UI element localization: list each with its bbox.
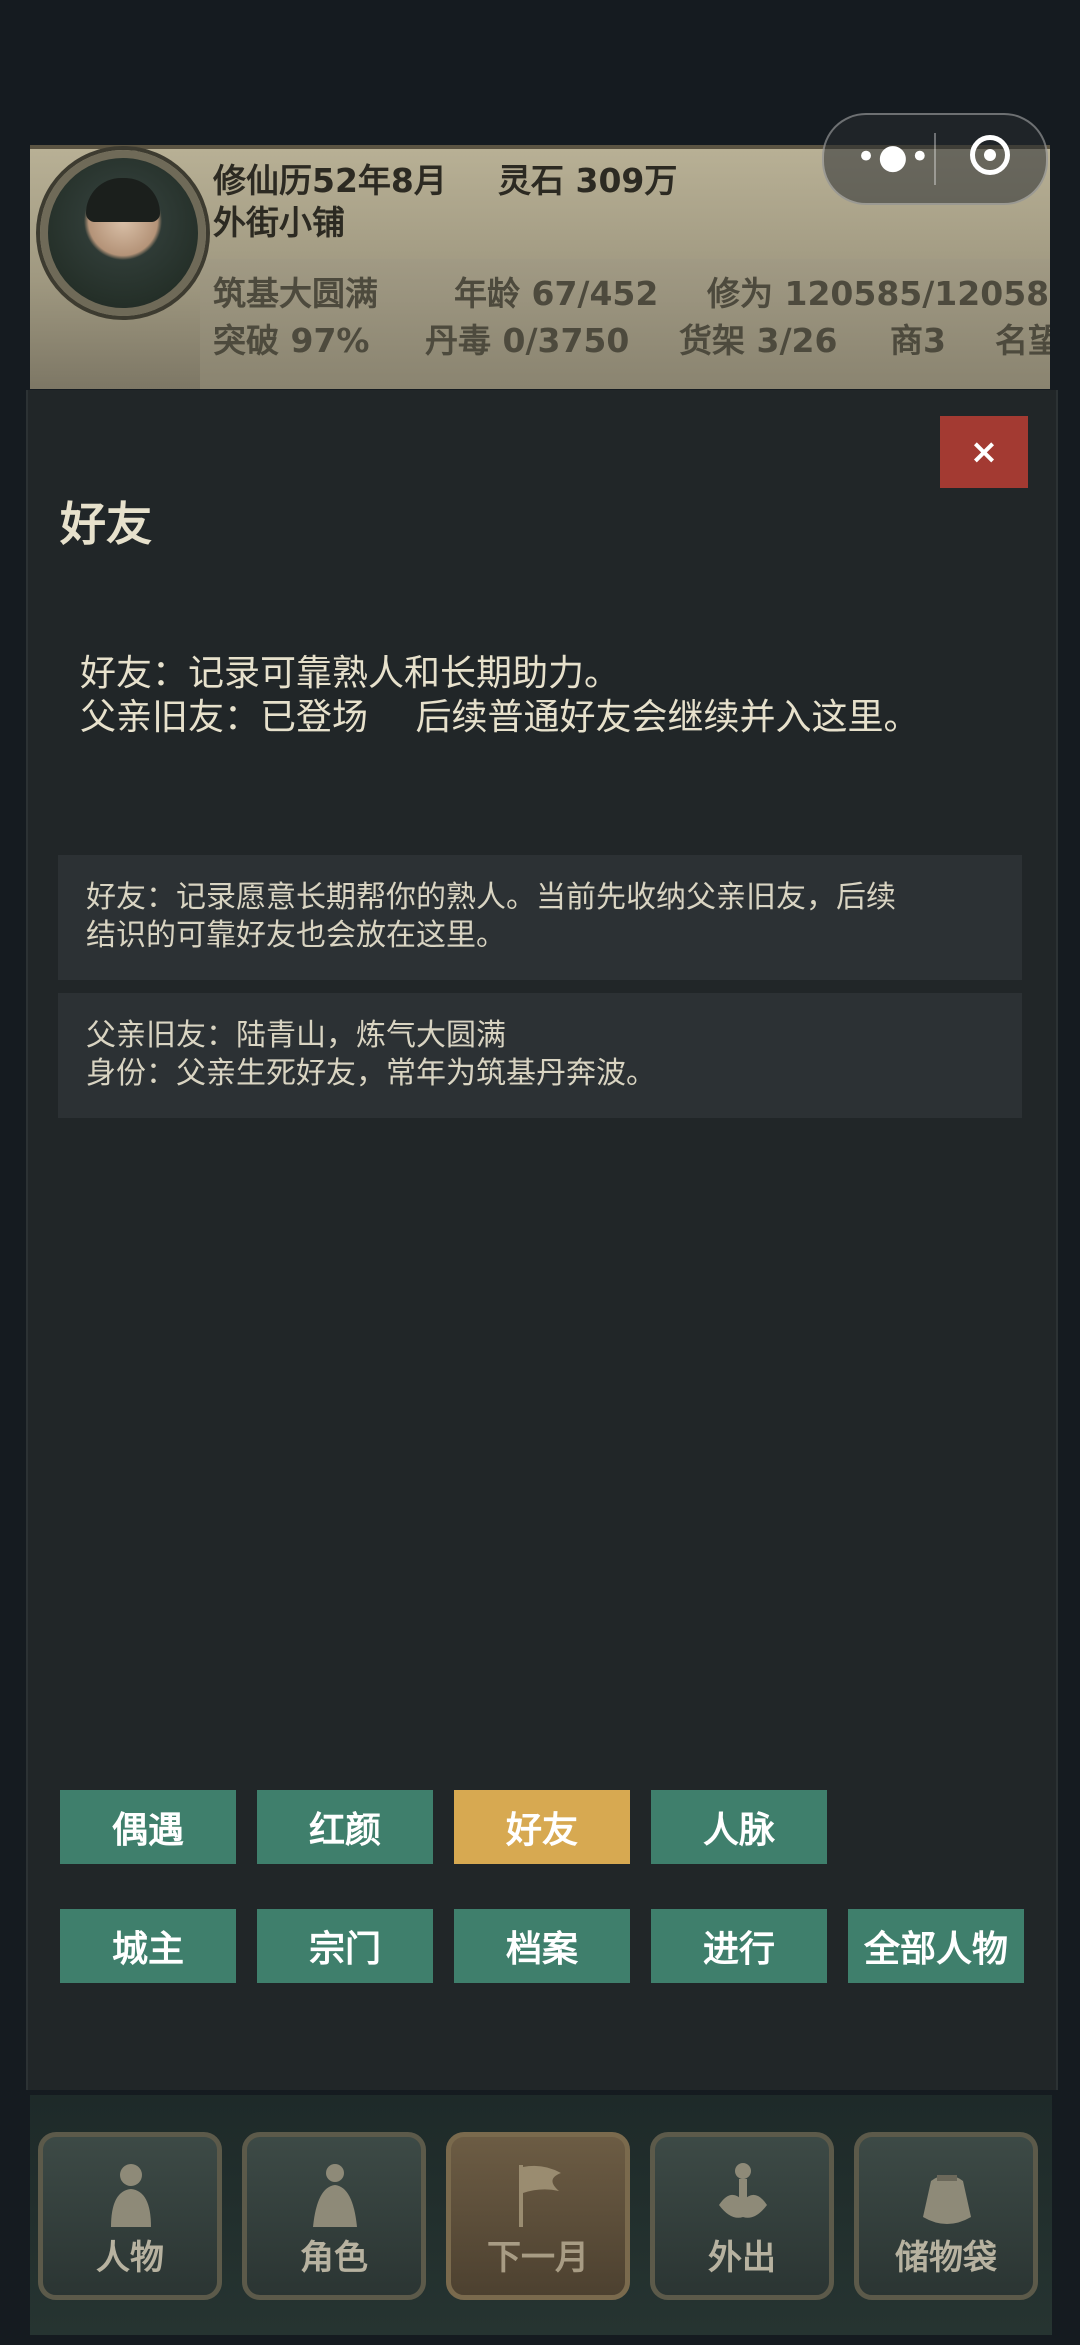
tab-beauty[interactable]: 红颜	[257, 1790, 433, 1864]
father-friend-card[interactable]: 父亲旧友：陆青山，炼气大圆满 身份：父亲生死好友，常年为筑基丹奔波。	[58, 993, 1022, 1118]
tab-archive[interactable]: 档案	[454, 1909, 630, 1983]
pill-toxicity-stat: 丹毒 0/3750	[425, 321, 630, 360]
tab-city-lord[interactable]: 城主	[60, 1909, 236, 1983]
gourd-figure-icon	[313, 2164, 357, 2227]
nav-label-storage-bag: 储物袋	[895, 2238, 997, 2278]
card1-line-2: 结识的可靠好友也会放在这里。	[86, 918, 506, 953]
nav-label-characters: 人物	[96, 2238, 164, 2278]
flag-icon	[519, 2165, 561, 2227]
more-dots-icon[interactable]: •●•	[856, 137, 932, 177]
nav-go-out[interactable]: 外出	[650, 2132, 834, 2300]
tab-encounter[interactable]: 偶遇	[60, 1790, 236, 1864]
close-button[interactable]: ×	[940, 416, 1028, 488]
summary-line-2: 父亲旧友：已登场 后续普通好友会继续并入这里。	[80, 697, 920, 738]
capsule-divider	[934, 133, 936, 185]
tab-friends[interactable]: 好友	[454, 1790, 630, 1864]
nav-label-go-out: 外出	[708, 2238, 776, 2278]
nav-role[interactable]: 角色	[242, 2132, 426, 2300]
reputation-stat: 名望	[995, 321, 1050, 360]
breakthrough-stat: 突破 97%	[213, 321, 370, 360]
modal-title: 好友	[60, 497, 152, 551]
spirit-stones: 灵石 309万	[498, 161, 678, 200]
nav-storage-bag[interactable]: 储物袋	[854, 2132, 1038, 2300]
calendar-date: 修仙历52年8月	[213, 161, 447, 200]
card2-line-1: 父亲旧友：陆青山，炼气大圆满	[86, 1018, 506, 1053]
merchant-level: 商3	[890, 321, 946, 360]
bag-icon	[923, 2175, 971, 2224]
tab-sect[interactable]: 宗门	[257, 1909, 433, 1983]
realm-stat: 筑基大圆满	[213, 274, 378, 313]
shelf-stat: 货架 3/26	[679, 321, 838, 360]
category-tabs-row-2: 城主 宗门 档案 进行 全部人物	[60, 1909, 1024, 1983]
target-icon[interactable]	[970, 135, 1010, 175]
nav-next-month[interactable]: 下一月	[446, 2132, 630, 2300]
age-stat: 年龄 67/452	[454, 274, 659, 313]
category-tabs-row-1: 偶遇 红颜 好友 人脉	[60, 1790, 827, 1864]
avatar[interactable]	[40, 150, 206, 316]
nav-label-role: 角色	[300, 2238, 368, 2278]
nav-characters[interactable]: 人物	[38, 2132, 222, 2300]
miniprogram-capsule: •●•	[822, 113, 1048, 205]
tab-connections[interactable]: 人脉	[651, 1790, 827, 1864]
nav-label-next-month: 下一月	[487, 2238, 589, 2278]
friends-info-card: 好友：记录愿意长期帮你的熟人。当前先收纳父亲旧友，后续 结识的可靠好友也会放在这…	[58, 855, 1022, 980]
lotus-figure-icon	[719, 2163, 767, 2218]
tab-in-progress[interactable]: 进行	[651, 1909, 827, 1983]
summary-text: 好友：记录可靠熟人和长期助力。 父亲旧友：已登场 后续普通好友会继续并入这里。	[80, 652, 919, 740]
cultivation-stat: 修为 120585/120585	[707, 274, 1050, 313]
shop-name: 外街小铺	[213, 203, 345, 242]
avatar-hair	[86, 178, 160, 222]
person-icon	[111, 2164, 151, 2227]
card1-line-1: 好友：记录愿意长期帮你的熟人。当前先收纳父亲旧友，后续	[86, 880, 896, 915]
card2-line-2: 身份：父亲生死好友，常年为筑基丹奔波。	[86, 1056, 656, 1091]
summary-line-1: 好友：记录可靠熟人和长期助力。	[80, 653, 621, 694]
friends-modal: × 好友 好友：记录可靠熟人和长期助力。 父亲旧友：已登场 后续普通好友会继续并…	[26, 390, 1058, 2090]
tab-all-characters[interactable]: 全部人物	[848, 1909, 1024, 1983]
